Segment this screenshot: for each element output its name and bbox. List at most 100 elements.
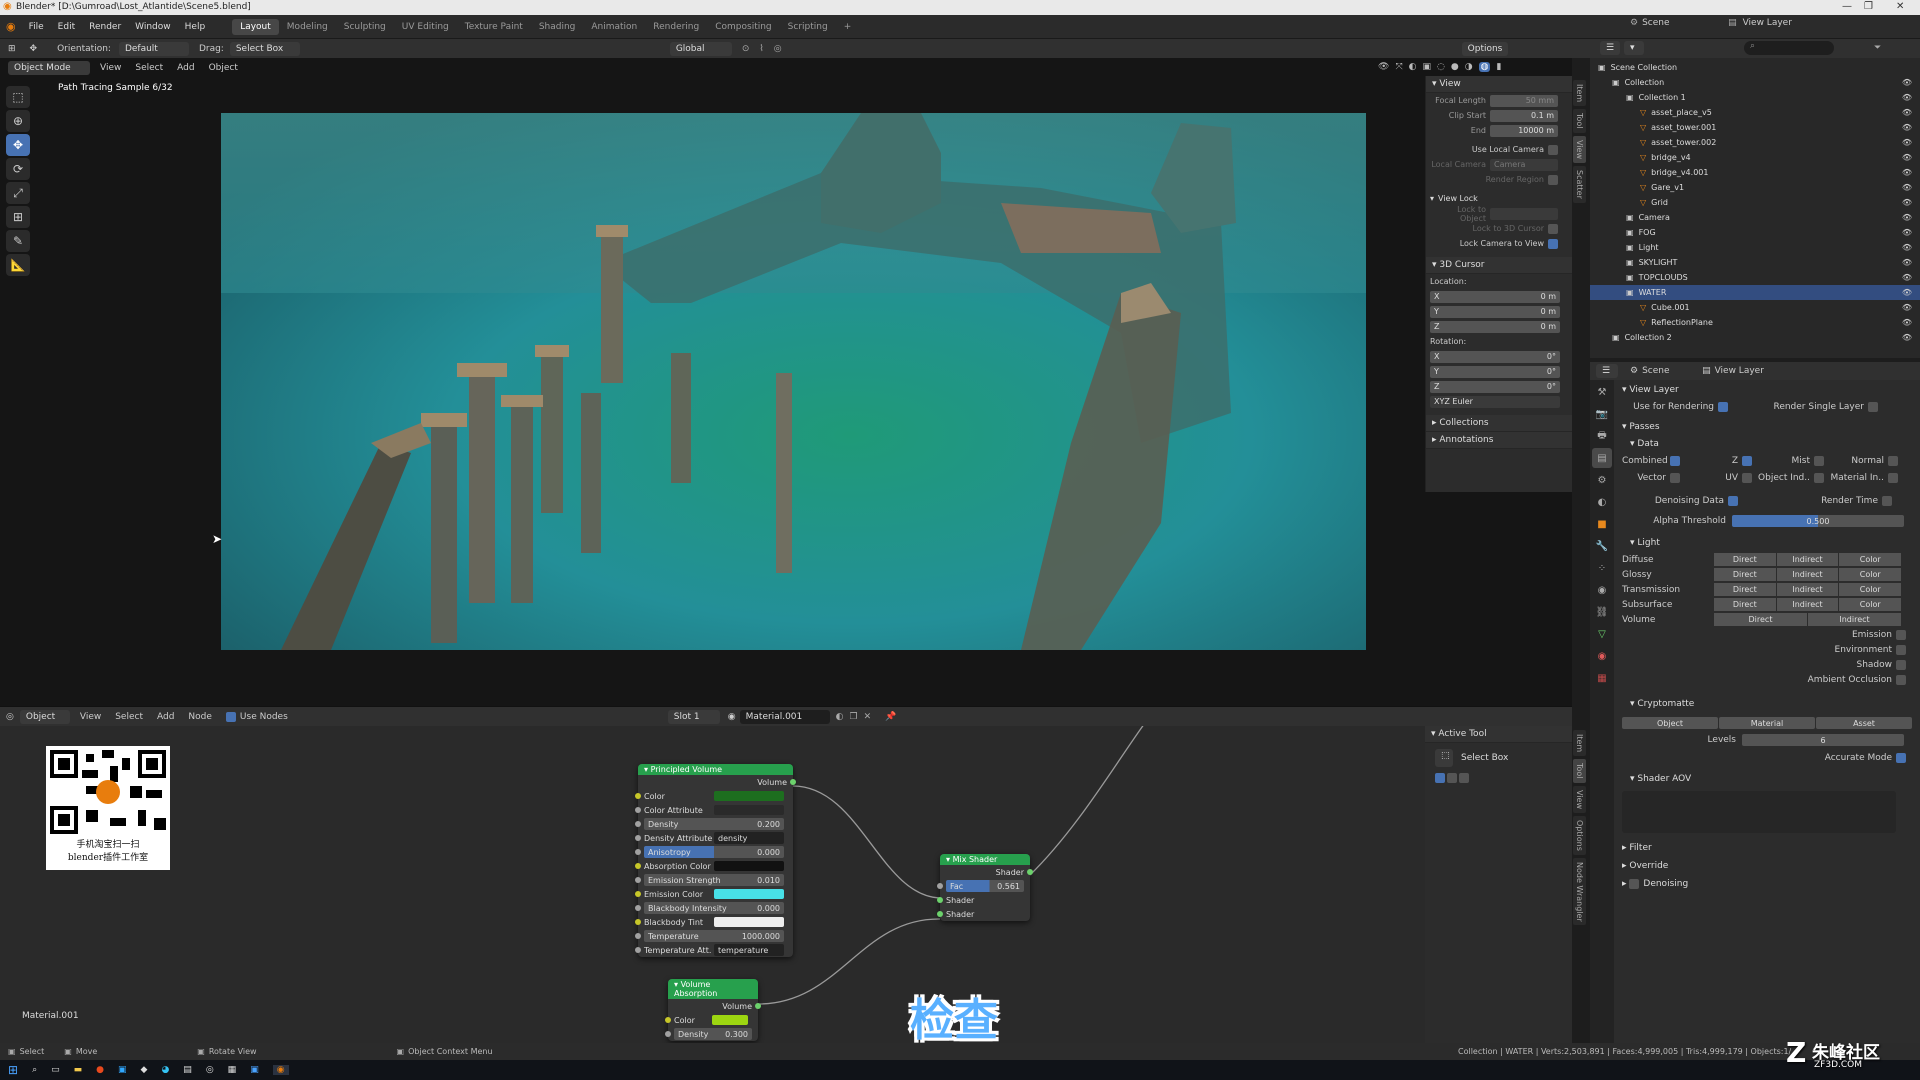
lock-camera-checkbox[interactable] bbox=[1548, 238, 1558, 249]
workspace-tab-uv-editing[interactable]: UV Editing bbox=[394, 19, 457, 35]
value-slider[interactable]: Density 0.200 bbox=[644, 818, 784, 830]
unlink-material-icon[interactable]: ✕ bbox=[864, 712, 872, 722]
outliner-item[interactable]: ▣ Light 👁 bbox=[1590, 240, 1920, 255]
proportional-icon[interactable]: ◎ bbox=[774, 44, 782, 54]
annotations-panel-header[interactable]: ▸ Annotations bbox=[1426, 432, 1572, 449]
cursor-rot-y-field[interactable]: Y 0° bbox=[1430, 365, 1560, 378]
principled-input-row[interactable]: Absorption Color bbox=[635, 859, 793, 873]
properties-scene-label[interactable]: Scene bbox=[1642, 366, 1702, 376]
output-dot[interactable] bbox=[790, 779, 796, 785]
value-slider[interactable]: Emission Strength 0.010 bbox=[644, 874, 784, 886]
xray-icon[interactable]: ▣ bbox=[1423, 62, 1432, 72]
input-socket-dot[interactable] bbox=[635, 793, 641, 799]
outliner-item[interactable]: ▣ Collection 1 👁 bbox=[1590, 90, 1920, 105]
outliner-item[interactable]: ▣ WATER 👁 bbox=[1590, 285, 1920, 300]
visibility-eye-icon[interactable]: 👁 bbox=[1902, 243, 1912, 252]
outliner-item[interactable]: ▽ Cube.001 👁 bbox=[1590, 300, 1920, 315]
collections-panel-header[interactable]: ▸ Collections bbox=[1426, 415, 1572, 432]
outliner-item[interactable]: ▽ Grid 👁 bbox=[1590, 195, 1920, 210]
node-menu-add[interactable]: Add bbox=[157, 712, 174, 722]
volume-absorption-node[interactable]: ▾ Volume Absorption Volume Color Density… bbox=[665, 979, 761, 1041]
object-mode-dropdown[interactable]: Object Mode bbox=[8, 61, 90, 75]
mist-checkbox[interactable] bbox=[1814, 455, 1824, 466]
principled-input-row[interactable]: Density 0.200 bbox=[635, 817, 793, 831]
shader-in1-dot[interactable] bbox=[937, 897, 943, 903]
menu-render[interactable]: Render bbox=[82, 22, 128, 32]
color-swatch[interactable] bbox=[714, 889, 784, 899]
app2-icon[interactable]: ▤ bbox=[183, 1065, 192, 1075]
cursor-loc-x-field[interactable]: X 0 m bbox=[1430, 290, 1560, 303]
color-swatch[interactable] bbox=[714, 791, 784, 801]
texture-props-icon[interactable]: ▦ bbox=[1592, 668, 1612, 688]
solid-shading-icon[interactable]: ● bbox=[1451, 62, 1459, 72]
absorption-output-dot[interactable] bbox=[755, 1003, 761, 1009]
node-menu-select[interactable]: Select bbox=[115, 712, 143, 722]
outliner-item[interactable]: ▣ Collection 2 👁 bbox=[1590, 330, 1920, 345]
properties-view-layer-label[interactable]: View Layer bbox=[1715, 366, 1764, 376]
light-pass-toggle[interactable]: Color bbox=[1839, 553, 1902, 566]
select-tool-icon[interactable]: ⬚ bbox=[6, 86, 30, 108]
light-pass-toggle[interactable]: Indirect bbox=[1776, 598, 1839, 611]
fac-field[interactable]: Fac 0.561 bbox=[946, 880, 1024, 892]
cursor-panel-header[interactable]: ▾ 3D Cursor bbox=[1426, 257, 1572, 274]
light-pass-toggle[interactable]: Direct bbox=[1714, 583, 1776, 596]
principled-input-row[interactable]: Emission Strength 0.010 bbox=[635, 873, 793, 887]
light-pass-toggle[interactable]: Direct bbox=[1714, 553, 1776, 566]
light-pass-toggle[interactable]: Direct bbox=[1714, 568, 1776, 581]
visibility-eye-icon[interactable]: 👁 bbox=[1902, 123, 1912, 132]
visibility-eye-icon[interactable]: 👁 bbox=[1902, 288, 1912, 297]
view-layer-panel-header[interactable]: ▾ View Layer bbox=[1622, 382, 1912, 398]
view-layer-selector[interactable]: View Layer bbox=[1743, 18, 1853, 28]
workspace-tab-shading[interactable]: Shading bbox=[531, 19, 584, 35]
color-swatch[interactable] bbox=[714, 917, 784, 927]
rendered-shading-icon[interactable]: ◍ bbox=[1478, 62, 1491, 72]
modifier-props-icon[interactable]: 🔧 bbox=[1592, 536, 1612, 556]
denoising-data-checkbox[interactable] bbox=[1728, 496, 1738, 506]
menu-help[interactable]: Help bbox=[178, 22, 213, 32]
input-socket-dot[interactable] bbox=[635, 919, 641, 925]
outliner-item[interactable]: ▣ Scene Collection bbox=[1590, 60, 1920, 75]
light-pass-toggle[interactable]: Indirect bbox=[1776, 568, 1839, 581]
value-slider[interactable]: Anisotropy 0.000 bbox=[644, 846, 784, 858]
use-local-camera-checkbox[interactable] bbox=[1548, 144, 1558, 155]
tab-tool[interactable]: Tool bbox=[1573, 109, 1586, 133]
input-socket-dot[interactable] bbox=[635, 835, 641, 841]
light-pass-toggle[interactable]: Direct bbox=[1714, 598, 1776, 611]
outliner-item[interactable]: ▽ ReflectionPlane 👁 bbox=[1590, 315, 1920, 330]
render-props-icon[interactable]: 📷 bbox=[1592, 404, 1612, 424]
crypto-material-button[interactable]: Material bbox=[1719, 717, 1815, 729]
viewport-menu-view[interactable]: View bbox=[100, 63, 121, 73]
principled-input-row[interactable]: Anisotropy 0.000 bbox=[635, 845, 793, 859]
physics-props-icon[interactable]: ◉ bbox=[1592, 580, 1612, 600]
display-mode-icon[interactable]: ▾ bbox=[1624, 41, 1644, 55]
principled-input-row[interactable]: Emission Color bbox=[635, 887, 793, 901]
shader-aov-list[interactable] bbox=[1622, 791, 1896, 833]
cursor-loc-z-field[interactable]: Z 0 m bbox=[1430, 320, 1560, 333]
mix-output-dot[interactable] bbox=[1027, 869, 1033, 875]
node-menu-view[interactable]: View bbox=[80, 712, 101, 722]
clip-start-field[interactable]: 0.1 m bbox=[1490, 109, 1558, 122]
browser-icon[interactable]: ● bbox=[96, 1065, 104, 1075]
absorption-color-swatch[interactable] bbox=[712, 1015, 748, 1025]
task-view-icon[interactable]: ▭ bbox=[51, 1065, 60, 1075]
outliner-item[interactable]: ▽ asset_place_v5 👁 bbox=[1590, 105, 1920, 120]
node-tab-options[interactable]: Options bbox=[1573, 815, 1586, 855]
world-props-icon[interactable]: ◐ bbox=[1592, 492, 1612, 512]
close-icon[interactable]: ✕ bbox=[1896, 1, 1904, 12]
workspace-tab-modeling[interactable]: Modeling bbox=[279, 19, 336, 35]
principled-volume-title[interactable]: ▾ Principled Volume bbox=[638, 764, 793, 775]
absorption-density-dot[interactable] bbox=[665, 1031, 671, 1037]
duplicate-material-icon[interactable]: ❐ bbox=[850, 712, 858, 722]
viewport-menu-select[interactable]: Select bbox=[135, 63, 163, 73]
outliner-item[interactable]: ▣ TOPCLOUDS 👁 bbox=[1590, 270, 1920, 285]
render-single-layer-checkbox[interactable] bbox=[1868, 402, 1878, 412]
principled-input-row[interactable]: Temperature Att. temperature bbox=[635, 943, 793, 957]
visibility-eye-icon[interactable]: 👁 bbox=[1902, 258, 1912, 267]
visibility-eye-icon[interactable]: 👁 bbox=[1902, 228, 1912, 237]
outliner-editor-icon[interactable]: ☰ bbox=[1600, 41, 1620, 55]
light-pass-toggle[interactable]: Color bbox=[1839, 583, 1902, 596]
menu-edit[interactable]: Edit bbox=[51, 22, 82, 32]
data-props-icon[interactable]: ▽ bbox=[1592, 624, 1612, 644]
pivot-icon[interactable]: ⊙ bbox=[742, 44, 750, 54]
file-explorer-icon[interactable]: ▬ bbox=[74, 1065, 83, 1075]
